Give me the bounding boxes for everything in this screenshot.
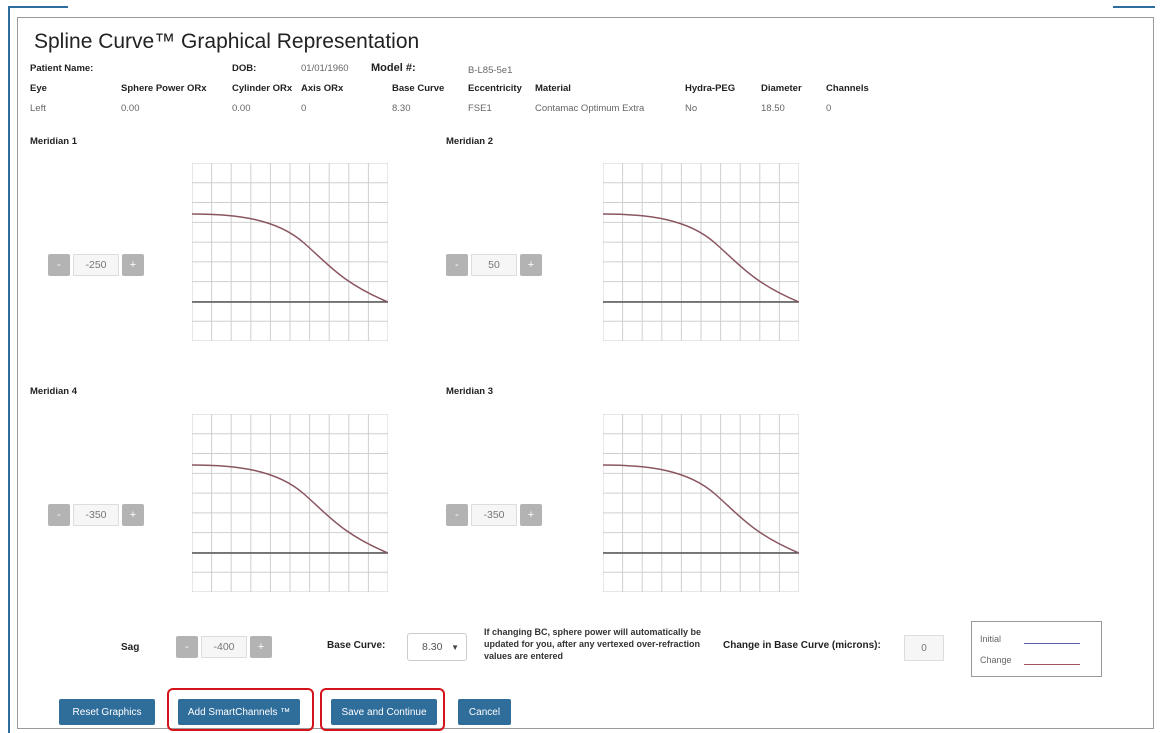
- param-value-axis: 0: [301, 103, 307, 114]
- param-header-base-curve: Base Curve: [392, 83, 445, 94]
- param-header-sphere: Sphere Power ORx: [121, 83, 207, 94]
- sag-label: Sag: [121, 642, 140, 653]
- meridian-2-graph: [603, 163, 799, 341]
- legend-initial-line: [1024, 643, 1080, 644]
- sag-value[interactable]: -400: [201, 636, 247, 658]
- param-header-eye: Eye: [30, 83, 47, 94]
- dob-label: DOB:: [232, 63, 257, 74]
- base-curve-select[interactable]: 8.30 ▼: [407, 633, 467, 661]
- spline-curve-panel: Spline Curve™ Graphical Representation P…: [17, 17, 1154, 729]
- reset-graphics-button[interactable]: Reset Graphics: [59, 699, 155, 725]
- param-value-base-curve: 8.30: [392, 103, 411, 114]
- frame-accent-top-left: [8, 6, 68, 8]
- model-label: Model #:: [371, 62, 416, 74]
- param-header-channels: Channels: [826, 83, 869, 94]
- model-value: B-L85-5e1: [468, 65, 513, 76]
- meridian-4-stepper: - -350 +: [48, 504, 144, 526]
- param-header-eccentricity: Eccentricity: [468, 83, 522, 94]
- param-header-axis: Axis ORx: [301, 83, 344, 94]
- param-value-eccentricity: FSE1: [468, 103, 492, 114]
- meridian-2-stepper: - 50 +: [446, 254, 542, 276]
- meridian-1-title: Meridian 1: [30, 136, 77, 147]
- legend-change-line: [1024, 664, 1080, 665]
- param-header-cylinder: Cylinder ORx: [232, 83, 293, 94]
- sag-increment-button[interactable]: +: [250, 636, 272, 658]
- legend-change-label: Change: [980, 655, 1012, 665]
- change-base-curve-label: Change in Base Curve (microns):: [723, 640, 881, 651]
- legend: Initial Change: [971, 621, 1102, 677]
- base-curve-note: If changing BC, sphere power will automa…: [484, 627, 702, 661]
- meridian-2-increment-button[interactable]: +: [520, 254, 542, 276]
- graph-grid: [603, 414, 799, 592]
- meridian-3-decrement-button[interactable]: -: [446, 504, 468, 526]
- meridian-2-title: Meridian 2: [446, 136, 493, 147]
- sag-decrement-button[interactable]: -: [176, 636, 198, 658]
- graph-grid: [192, 414, 388, 592]
- param-header-material: Material: [535, 83, 571, 94]
- frame-accent-left: [8, 6, 10, 733]
- meridian-1-stepper: - -250 +: [48, 254, 144, 276]
- chevron-down-icon: ▼: [451, 643, 459, 652]
- param-header-diameter: Diameter: [761, 83, 802, 94]
- smartchannels-highlight: [167, 688, 314, 731]
- meridian-3-title: Meridian 3: [446, 386, 493, 397]
- meridian-3-value[interactable]: -350: [471, 504, 517, 526]
- meridian-4-increment-button[interactable]: +: [122, 504, 144, 526]
- dob-value: 01/01/1960: [301, 63, 349, 74]
- meridian-1-increment-button[interactable]: +: [122, 254, 144, 276]
- param-value-sphere: 0.00: [121, 103, 140, 114]
- meridian-3-increment-button[interactable]: +: [520, 504, 542, 526]
- meridian-4-value[interactable]: -350: [73, 504, 119, 526]
- base-curve-select-value: 8.30: [422, 641, 443, 653]
- frame-accent-top-right: [1113, 6, 1155, 8]
- meridian-3-graph: [603, 414, 799, 592]
- param-value-material: Contamac Optimum Extra: [535, 103, 645, 114]
- param-value-eye: Left: [30, 103, 46, 114]
- param-value-hydra-peg: No: [685, 103, 698, 114]
- base-curve-label: Base Curve:: [327, 640, 386, 651]
- param-value-channels: 0: [826, 103, 832, 114]
- sag-stepper: - -400 +: [176, 636, 272, 658]
- param-value-cylinder: 0.00: [232, 103, 251, 114]
- meridian-1-decrement-button[interactable]: -: [48, 254, 70, 276]
- meridian-4-decrement-button[interactable]: -: [48, 504, 70, 526]
- change-base-curve-value[interactable]: 0: [904, 635, 944, 661]
- meridian-1-value[interactable]: -250: [73, 254, 119, 276]
- param-value-diameter: 18.50: [761, 103, 785, 114]
- meridian-2-decrement-button[interactable]: -: [446, 254, 468, 276]
- cancel-button[interactable]: Cancel: [458, 699, 511, 725]
- meridian-4-title: Meridian 4: [30, 386, 77, 397]
- patient-name-label: Patient Name:: [30, 63, 94, 74]
- meridian-4-graph: [192, 414, 388, 592]
- save-continue-highlight: [320, 688, 445, 731]
- meridian-3-stepper: - -350 +: [446, 504, 542, 526]
- legend-initial-label: Initial: [980, 634, 1002, 644]
- page-title: Spline Curve™ Graphical Representation: [34, 30, 420, 53]
- meridian-2-value[interactable]: 50: [471, 254, 517, 276]
- param-header-hydra-peg: Hydra-PEG: [685, 83, 736, 94]
- graph-grid: [603, 163, 799, 341]
- meridian-1-graph: [192, 163, 388, 341]
- graph-grid: [192, 163, 388, 341]
